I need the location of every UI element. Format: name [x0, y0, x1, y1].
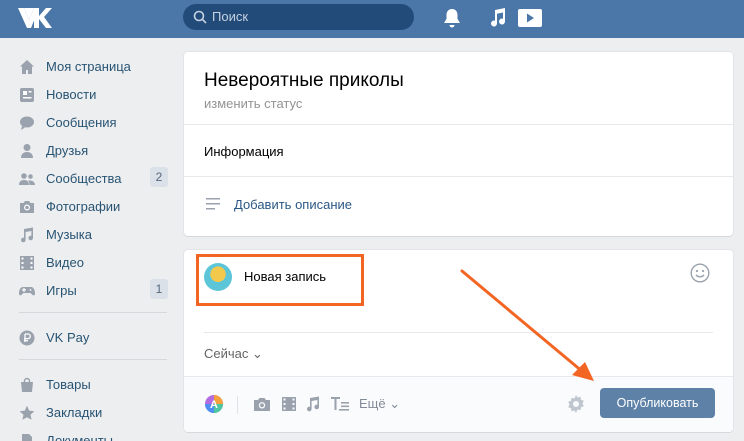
annotation-arrow-icon: [460, 269, 594, 381]
